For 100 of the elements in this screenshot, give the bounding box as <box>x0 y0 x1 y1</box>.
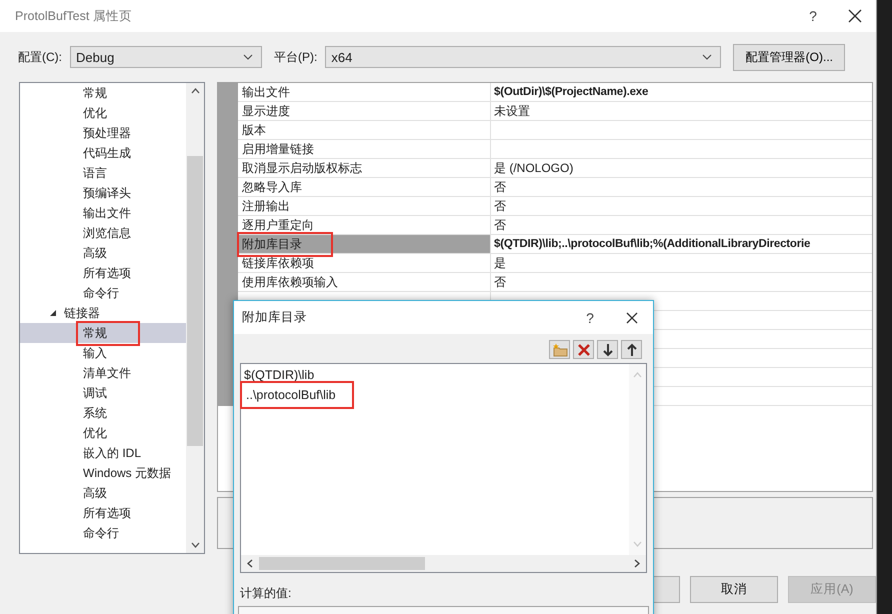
expanded-triangle-icon[interactable] <box>49 309 57 317</box>
property-value[interactable]: $(OutDir)\$(ProjectName).exe <box>491 83 872 102</box>
tree-item-label: 浏览信息 <box>83 224 131 242</box>
tree-item[interactable]: 浏览信息 <box>20 223 186 243</box>
tree-item[interactable]: 高级 <box>20 483 186 503</box>
tree-item-label: 优化 <box>83 424 107 442</box>
property-name-cell[interactable]: 启用增量链接 <box>238 140 491 159</box>
directory-entry[interactable]: $(QTDIR)\lib <box>244 366 626 384</box>
tree-item-label: 常规 <box>83 84 107 102</box>
tree-item[interactable]: 清单文件 <box>20 363 186 383</box>
scroll-right-icon[interactable] <box>634 559 640 568</box>
tree-item[interactable]: 代码生成 <box>20 143 186 163</box>
directory-entry[interactable]: ..\protocolBuf\lib <box>243 384 351 406</box>
property-name: 逐用户重定向 <box>242 216 314 234</box>
property-name-cell[interactable]: 取消显示启动版权标志 <box>238 159 491 178</box>
scroll-down-icon[interactable] <box>190 542 200 548</box>
tree-item[interactable]: 优化 <box>20 423 186 443</box>
property-name-cell[interactable]: 输出文件 <box>238 83 491 102</box>
tree-item[interactable]: 所有选项 <box>20 263 186 283</box>
tree-item-label: 命令行 <box>83 284 119 302</box>
property-value[interactable]: 是 (/NOLOGO) <box>491 159 872 178</box>
chevron-down-icon <box>702 54 712 60</box>
property-name: 附加库目录 <box>240 234 330 254</box>
tree-item[interactable]: 预处理器 <box>20 123 186 143</box>
property-value[interactable]: 未设置 <box>491 102 872 121</box>
property-name-cell[interactable]: 注册输出 <box>238 197 491 216</box>
tree-item[interactable]: 链接器 <box>20 303 186 323</box>
property-name: 启用增量链接 <box>242 140 314 158</box>
help-button[interactable]: ? <box>792 2 834 30</box>
dialog-button[interactable]: 取消 <box>690 576 778 603</box>
tree-item[interactable]: 系统 <box>20 403 186 423</box>
property-name-cell[interactable]: 链接库依赖项 <box>238 254 491 273</box>
scroll-up-icon[interactable] <box>190 88 200 94</box>
tree-item-label: 优化 <box>83 104 107 122</box>
tree-item[interactable]: 常规 <box>20 323 186 343</box>
tree-item-label: 清单文件 <box>83 364 131 382</box>
property-name-cell[interactable]: 显示进度 <box>238 102 491 121</box>
property-value[interactable]: 是 <box>491 254 872 273</box>
property-value[interactable]: $(QTDIR)\lib;..\protocolBuf\lib;%(AdditionalLibraryDirectorie <box>491 235 872 254</box>
tree-item[interactable]: 所有选项 <box>20 503 186 523</box>
tree-item[interactable]: 命令行 <box>20 523 186 543</box>
tree-item-label: 输入 <box>83 344 107 362</box>
property-name: 链接库依赖项 <box>242 254 314 272</box>
config-manager-button[interactable]: 配置管理器(O)... <box>733 44 846 70</box>
property-name: 注册输出 <box>242 198 290 214</box>
property-name-cell[interactable]: 附加库目录 <box>238 235 491 254</box>
tree-item[interactable]: 预编译头 <box>20 183 186 203</box>
close-icon <box>848 9 862 23</box>
config-dropdown[interactable]: Debug <box>70 46 262 68</box>
tree-item[interactable]: 高级 <box>20 243 186 263</box>
property-name: 使用库依赖项输入 <box>242 274 338 290</box>
tree-item[interactable]: 语言 <box>20 163 186 183</box>
tree-item-label: Windows 元数据 <box>83 464 172 482</box>
property-name-cell[interactable]: 使用库依赖项输入 <box>238 273 491 292</box>
property-value[interactable]: 否 <box>491 178 872 197</box>
tree-item[interactable]: 调试 <box>20 383 186 403</box>
tree-item-label: 所有选项 <box>83 504 131 522</box>
tree-item[interactable]: 命令行 <box>20 283 186 303</box>
tree-item-label: 高级 <box>83 484 107 502</box>
property-name: 显示进度 <box>242 102 290 120</box>
property-name-cell[interactable]: 版本 <box>238 121 491 140</box>
property-name: 输出文件 <box>242 84 290 100</box>
move-up-button[interactable] <box>621 340 642 359</box>
scroll-thumb[interactable] <box>259 557 425 570</box>
new-folder-icon <box>552 342 568 356</box>
property-name-cell[interactable]: 忽略导入库 <box>238 178 491 197</box>
horizontal-scrollbar[interactable] <box>241 555 646 572</box>
arrow-up-icon <box>626 342 638 356</box>
tree-item[interactable]: 常规 <box>20 83 186 103</box>
arrow-down-icon <box>602 342 614 356</box>
tree-item-label: 命令行 <box>83 524 119 542</box>
tree-item[interactable]: 嵌入的 IDL <box>20 443 186 463</box>
scroll-thumb[interactable] <box>187 156 203 446</box>
tree-item[interactable]: 输出文件 <box>20 203 186 223</box>
tree-item-label: 系统 <box>83 404 107 422</box>
dialog-title: 附加库目录 <box>242 309 308 326</box>
property-value[interactable]: 否 <box>491 197 872 216</box>
scrollbar[interactable] <box>186 83 204 553</box>
tree-item[interactable]: Windows 元数据 <box>20 463 186 483</box>
tree-item[interactable]: 输入 <box>20 343 186 363</box>
close-icon <box>626 312 638 324</box>
tree-item-label: 常规 <box>79 324 137 342</box>
platform-label: 平台(P): <box>274 48 318 66</box>
tree-item-label: 预处理器 <box>83 124 131 142</box>
property-value[interactable]: 否 <box>491 273 872 292</box>
property-name: 取消显示启动版权标志 <box>242 160 362 176</box>
move-down-button[interactable] <box>597 340 618 359</box>
help-button[interactable]: ? <box>569 304 611 332</box>
tree-item-label: 链接器 <box>64 304 100 322</box>
delete-button[interactable] <box>573 340 594 359</box>
config-label: 配置(C): <box>18 48 62 66</box>
platform-dropdown[interactable]: x64 <box>325 46 722 68</box>
tree-item[interactable]: 优化 <box>20 103 186 123</box>
chevron-down-icon <box>243 54 253 60</box>
scroll-left-icon[interactable] <box>247 559 253 568</box>
property-value[interactable]: 否 <box>491 216 872 235</box>
computed-value-label: 计算的值: <box>240 585 292 602</box>
tree-item-label: 调试 <box>83 384 107 402</box>
tree-item-label: 高级 <box>83 244 107 262</box>
tree-item-label: 所有选项 <box>83 264 131 282</box>
